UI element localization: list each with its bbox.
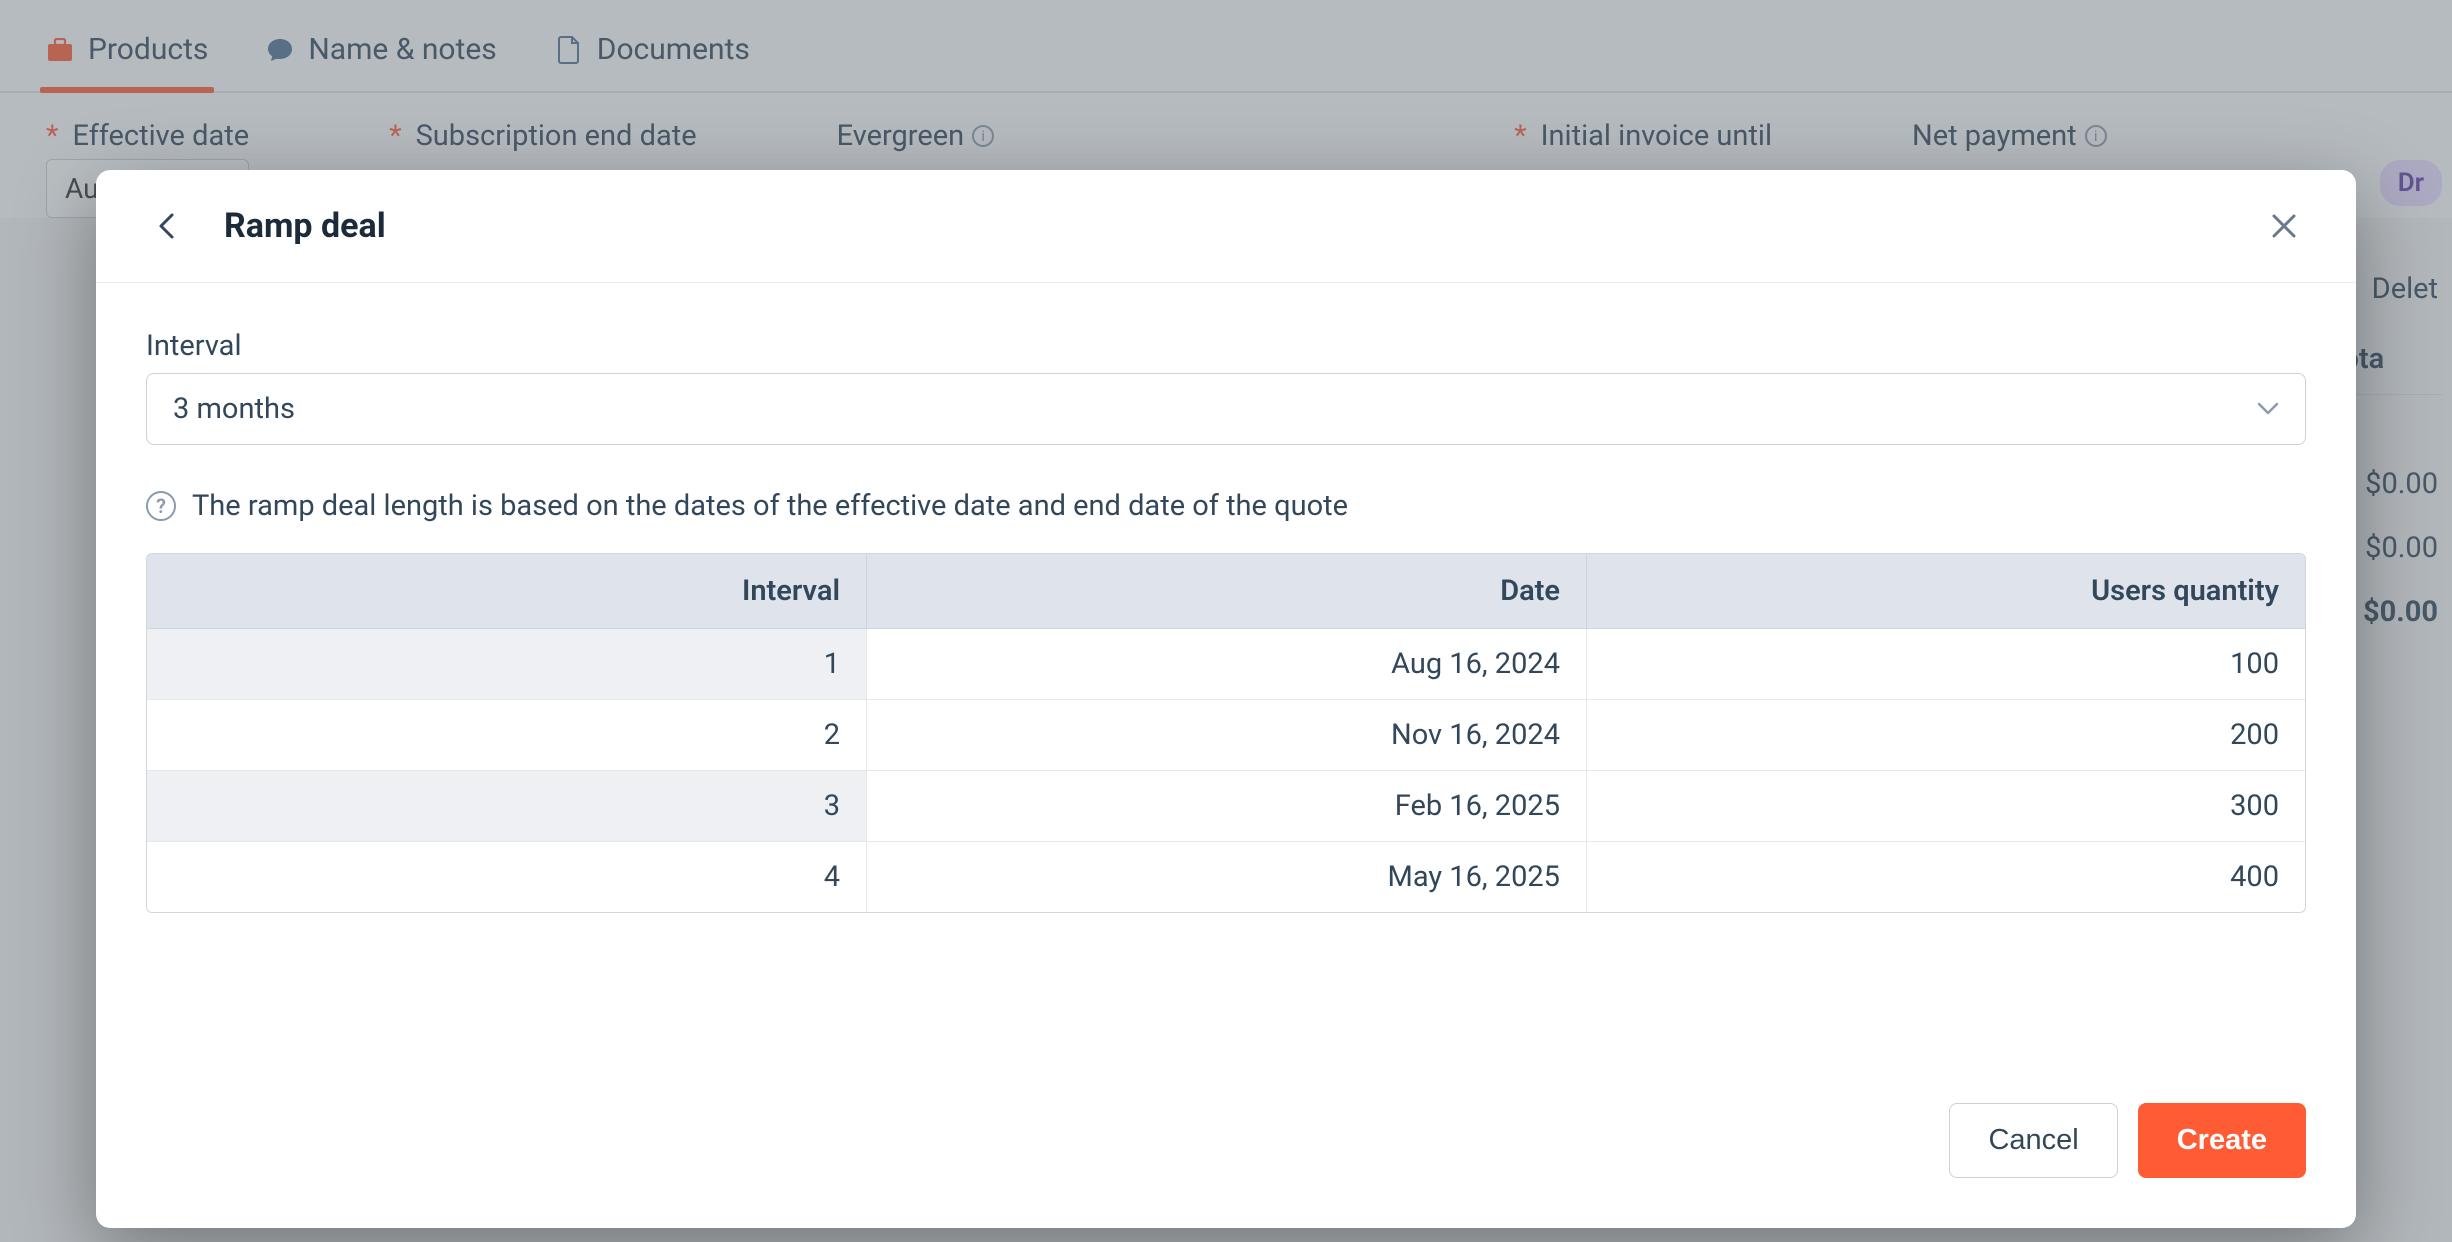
cell-qty: 400 (1587, 842, 2305, 912)
cell-qty: 100 (1587, 629, 2305, 700)
cell-date: Nov 16, 2024 (867, 700, 1587, 771)
hint-row: ? The ramp deal length is based on the d… (146, 489, 2306, 523)
close-button[interactable] (2262, 204, 2306, 248)
help-icon: ? (146, 491, 176, 521)
table-row: 2Nov 16, 2024200 (147, 700, 2305, 771)
col-qty-header: Users quantity (1587, 554, 2305, 629)
modal-footer: Cancel Create (96, 943, 2356, 1228)
arrow-left-icon (153, 211, 183, 241)
modal-header: Ramp deal (96, 170, 2356, 283)
col-date-header: Date (867, 554, 1587, 629)
cell-qty: 300 (1587, 771, 2305, 842)
cell-interval: 4 (147, 842, 867, 912)
col-interval-header: Interval (147, 554, 867, 629)
interval-select-value: 3 months (173, 392, 295, 426)
table-row: 1Aug 16, 2024100 (147, 629, 2305, 700)
cell-date: Feb 16, 2025 (867, 771, 1587, 842)
modal-overlay: Ramp deal Interval 3 months ? The ramp d… (0, 0, 2452, 1242)
interval-select[interactable]: 3 months (146, 373, 2306, 445)
cell-interval: 2 (147, 700, 867, 771)
chevron-down-icon (2257, 402, 2279, 416)
table-row: 4May 16, 2025400 (147, 842, 2305, 912)
cancel-button[interactable]: Cancel (1949, 1103, 2117, 1178)
ramp-table: Interval Date Users quantity 1Aug 16, 20… (146, 553, 2306, 913)
table-row: 3Feb 16, 2025300 (147, 771, 2305, 842)
modal-title: Ramp deal (224, 206, 386, 246)
cell-interval: 1 (147, 629, 867, 700)
hint-text: The ramp deal length is based on the dat… (192, 489, 1348, 523)
cell-qty: 200 (1587, 700, 2305, 771)
cell-interval: 3 (147, 771, 867, 842)
cell-date: May 16, 2025 (867, 842, 1587, 912)
back-button[interactable] (146, 204, 190, 248)
interval-label: Interval (146, 329, 2306, 363)
ramp-deal-modal: Ramp deal Interval 3 months ? The ramp d… (96, 170, 2356, 1228)
cell-date: Aug 16, 2024 (867, 629, 1587, 700)
close-icon (2270, 212, 2298, 240)
modal-body: Interval 3 months ? The ramp deal length… (96, 283, 2356, 943)
create-button[interactable]: Create (2138, 1103, 2306, 1178)
